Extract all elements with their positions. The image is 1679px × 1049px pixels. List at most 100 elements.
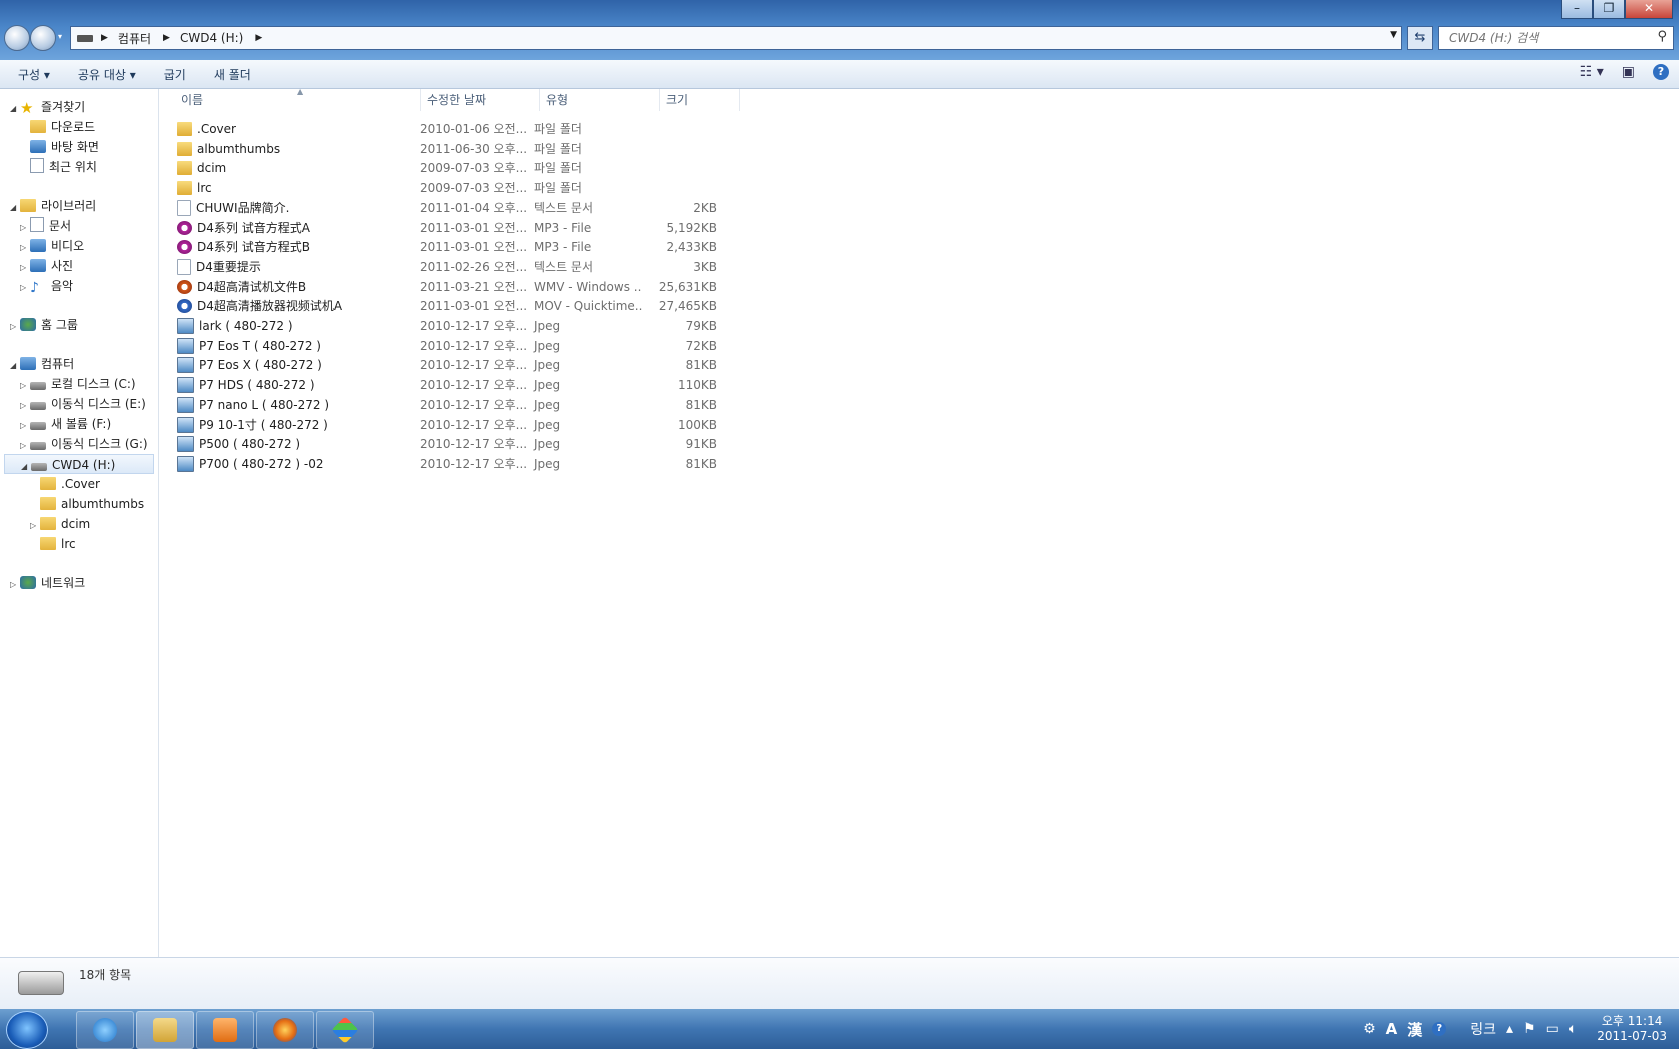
breadcrumb-separator-icon[interactable]: ▶ — [255, 33, 262, 43]
collapse-icon[interactable]: ▷ — [20, 416, 30, 436]
file-row[interactable]: D4系列 试音方程式B 2011-03-01 오전... MP3 - File 2,4… — [175, 237, 725, 257]
search-input[interactable] — [1447, 30, 1651, 46]
breadcrumb-computer[interactable]: 컴퓨터 — [118, 30, 151, 47]
search-box[interactable]: ⚲ — [1438, 26, 1674, 50]
nav-sub-cover[interactable]: .Cover — [40, 474, 100, 494]
file-row[interactable]: D4重要提示 2011-02-26 오전... 텍스트 문서 3KB — [175, 257, 725, 277]
nav-favorites[interactable]: ◢ ★ 즐겨찾기 — [10, 97, 85, 117]
nav-pictures[interactable]: ▷ 사진 — [20, 256, 73, 276]
links-toolbar[interactable]: 링크 — [1470, 1019, 1496, 1039]
refresh-button[interactable]: ⇆ — [1407, 26, 1433, 50]
nav-sub-albumthumbs[interactable]: albumthumbs — [40, 494, 144, 514]
file-row[interactable]: lrc 2009-07-03 오전... 파일 폴더 — [175, 178, 725, 198]
file-date: 2011-02-26 오전... — [420, 259, 528, 274]
taskbar-media-player[interactable] — [196, 1011, 254, 1049]
column-date-modified[interactable]: 수정한 날짜 — [421, 89, 540, 111]
column-size[interactable]: 크기 — [660, 89, 740, 111]
column-name[interactable]: 이름 — [175, 89, 421, 111]
nav-volume-f[interactable]: ▷ 새 볼륨 (F:) — [20, 414, 111, 434]
nav-computer[interactable]: ◢ 컴퓨터 — [10, 354, 74, 374]
address-dropdown-icon[interactable]: ▼ — [1390, 30, 1397, 40]
nav-removable-g[interactable]: ▷ 이동식 디스크 (G:) — [20, 434, 148, 454]
column-type[interactable]: 유형 — [540, 89, 660, 111]
file-row[interactable]: P9 10-1寸 ( 480-272 ) 2010-12-17 오후... Jpeg… — [175, 415, 725, 435]
show-hidden-icons-icon[interactable]: ▴ — [1506, 1021, 1513, 1037]
view-options-icon[interactable]: ☷ ▾ — [1580, 64, 1604, 80]
burn-button[interactable]: 굽기 — [164, 66, 186, 83]
nav-downloads[interactable]: 다운로드 — [30, 117, 95, 137]
file-row[interactable]: P7 Eos X ( 480-272 ) 2010-12-17 오후... Jpeg… — [175, 355, 725, 375]
nav-music[interactable]: ▷ ♪ 음악 — [20, 276, 73, 296]
ime-help-icon[interactable]: ? — [1432, 1022, 1447, 1036]
breadcrumb-cwd4[interactable]: CWD4 (H:) — [180, 31, 243, 45]
expand-icon[interactable]: ◢ — [10, 99, 20, 119]
share-with-button[interactable]: 공유 대상 ▾ — [78, 66, 136, 83]
system-tray: ⚙ A 漢 ? 링크 ▴ ⚑ ▭ 🔈︎ 오후 11:14 2011-07-03 — [1363, 1009, 1679, 1049]
file-row[interactable]: P700 ( 480-272 ) -02 2010-12-17 오후... Jpeg… — [175, 454, 725, 474]
collapse-icon[interactable]: ▷ — [20, 258, 30, 278]
expand-icon[interactable]: ◢ — [21, 457, 31, 477]
file-row[interactable]: P7 HDS ( 480-272 ) 2010-12-17 오후... Jpeg 11… — [175, 375, 725, 395]
nav-sub-dcim[interactable]: ▷ dcim — [30, 514, 90, 534]
help-icon[interactable]: ? — [1653, 64, 1669, 80]
collapse-icon[interactable]: ▷ — [10, 317, 20, 337]
ime-toolbar-icon[interactable]: ⚙ — [1363, 1021, 1376, 1037]
breadcrumb-separator-icon[interactable]: ▶ — [163, 33, 170, 43]
file-row[interactable]: P7 Eos T ( 480-272 ) 2010-12-17 오후... Jpeg… — [175, 336, 725, 356]
file-row[interactable]: dcim 2009-07-03 오후... 파일 폴더 — [175, 158, 725, 178]
taskbar-internet-explorer[interactable] — [76, 1011, 134, 1049]
file-row[interactable]: D4系列 试音方程式A 2011-03-01 오전... MP3 - File 5,1… — [175, 218, 725, 238]
nav-recent[interactable]: 최근 위치 — [30, 157, 97, 177]
collapse-icon[interactable]: ▷ — [10, 575, 20, 595]
taskbar-firefox[interactable] — [256, 1011, 314, 1049]
close-icon[interactable]: ✕ — [1625, 0, 1673, 19]
organize-button[interactable]: 구성 ▾ — [18, 66, 50, 83]
back-button[interactable] — [4, 25, 30, 51]
nav-desktop[interactable]: 바탕 화면 — [30, 137, 99, 157]
volume-icon[interactable]: 🔈︎ — [1569, 1021, 1577, 1037]
file-row[interactable]: D4超高清试机文件B 2011-03-21 오전... WMV - Windows … — [175, 277, 725, 297]
search-icon[interactable]: ⚲ — [1657, 29, 1667, 44]
breadcrumb-separator-icon[interactable]: ▶ — [101, 33, 108, 43]
nav-local-disk-c[interactable]: ▷ 로컬 디스크 (C:) — [20, 374, 136, 394]
collapse-icon[interactable]: ▷ — [20, 376, 30, 396]
file-row[interactable]: CHUWI品牌简介. 2011-01-04 오후... 텍스트 문서 2KB — [175, 198, 725, 218]
clock[interactable]: 오후 11:14 2011-07-03 — [1597, 1014, 1667, 1044]
network-tray-icon[interactable]: ▭ — [1546, 1021, 1559, 1037]
forward-button[interactable] — [30, 25, 56, 51]
preview-pane-icon[interactable]: ▣ — [1622, 64, 1635, 80]
address-bar[interactable]: ▶ 컴퓨터 ▶ CWD4 (H:) ▶ ▼ — [70, 26, 1402, 50]
start-button[interactable] — [6, 1011, 48, 1049]
minimize-icon[interactable]: – — [1561, 0, 1593, 19]
nav-libraries[interactable]: ◢ 라이브러리 — [10, 196, 96, 216]
nav-sub-lrc[interactable]: lrc — [40, 534, 76, 554]
collapse-icon[interactable]: ▷ — [30, 516, 40, 536]
collapse-icon[interactable]: ▷ — [20, 436, 30, 456]
nav-homegroup[interactable]: ▷ 홈 그룹 — [10, 315, 78, 335]
nav-documents[interactable]: ▷ 문서 — [20, 216, 71, 236]
file-row[interactable]: albumthumbs 2011-06-30 오후... 파일 폴더 — [175, 139, 725, 159]
file-row[interactable]: D4超高清播放器视频试机A 2011-03-01 오전... MOV - Quick… — [175, 296, 725, 316]
ime-mode-hanja[interactable]: 漢 — [1407, 1019, 1422, 1040]
nav-cwd4-selected[interactable]: ◢ CWD4 (H:) — [4, 454, 154, 474]
taskbar-windows-explorer[interactable] — [136, 1011, 194, 1049]
nav-network[interactable]: ▷ 네트워크 — [10, 573, 85, 593]
collapse-icon[interactable]: ▷ — [20, 218, 30, 238]
collapse-icon[interactable]: ▷ — [20, 238, 30, 258]
file-row[interactable]: P7 nano L ( 480-272 ) 2010-12-17 오후... Jpe… — [175, 395, 725, 415]
expand-icon[interactable]: ◢ — [10, 198, 20, 218]
restore-icon[interactable]: ❐ — [1593, 0, 1625, 19]
action-center-flag-icon[interactable]: ⚑ — [1523, 1021, 1536, 1037]
new-folder-button[interactable]: 새 폴더 — [214, 66, 251, 83]
taskbar-app[interactable] — [316, 1011, 374, 1049]
file-row[interactable]: lark ( 480-272 ) 2010-12-17 오후... Jpeg 79KB — [175, 316, 725, 336]
nav-videos[interactable]: ▷ 비디오 — [20, 236, 84, 256]
recent-pages-chevron-icon[interactable]: ▾ — [58, 32, 62, 41]
ime-mode-a[interactable]: A — [1386, 1020, 1398, 1038]
collapse-icon[interactable]: ▷ — [20, 278, 30, 298]
collapse-icon[interactable]: ▷ — [20, 396, 30, 416]
nav-removable-e[interactable]: ▷ 이동식 디스크 (E:) — [20, 394, 146, 414]
file-row[interactable]: P500 ( 480-272 ) 2010-12-17 오후... Jpeg 91KB — [175, 434, 725, 454]
expand-icon[interactable]: ◢ — [10, 356, 20, 376]
file-row[interactable]: .Cover 2010-01-06 오전... 파일 폴더 — [175, 119, 725, 139]
